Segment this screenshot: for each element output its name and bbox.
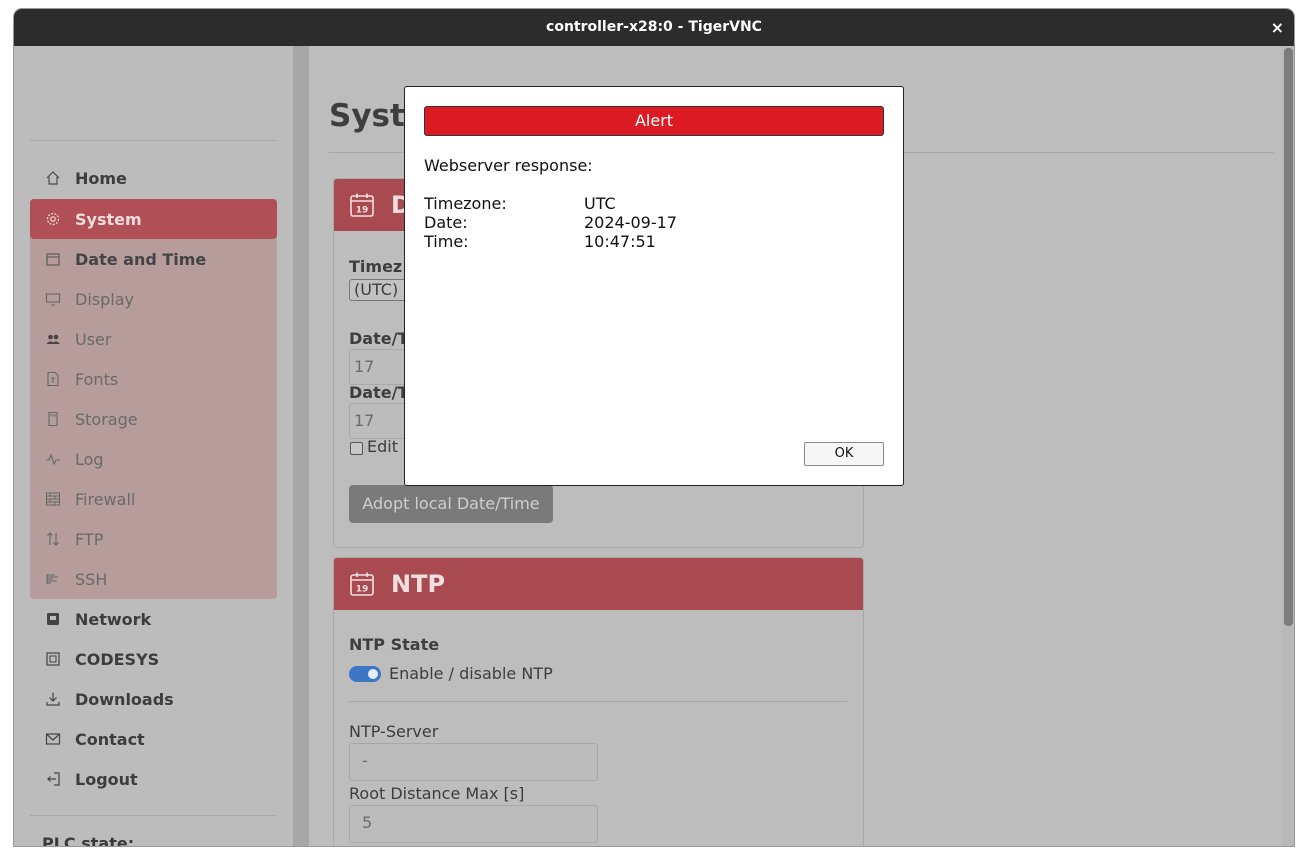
- calendar-day: 19: [356, 585, 369, 595]
- sidebar-divider-bottom: [30, 815, 277, 816]
- sidebar-item-label: User: [75, 329, 112, 349]
- sidebar-item-label: Network: [75, 609, 152, 629]
- ntp-divider: [349, 701, 847, 702]
- monitor-icon: [45, 291, 75, 307]
- page-scrollbar[interactable]: [1282, 46, 1294, 846]
- transfer-arrows-icon: [45, 531, 75, 547]
- sidebar-item-label: System: [75, 209, 142, 229]
- timezone-select[interactable]: (UTC): [349, 279, 409, 301]
- sidebar-item-codesys[interactable]: CODESYS: [30, 639, 277, 679]
- ok-button[interactable]: OK: [804, 442, 884, 466]
- sidebar-item-label: Log: [75, 449, 104, 469]
- calendar-day: 19: [356, 206, 369, 216]
- sidebar-item-ftp[interactable]: FTP: [30, 519, 277, 559]
- sidebar-item-label: Firewall: [75, 489, 136, 509]
- sidebar-item-date-and-time[interactable]: Date and Time: [30, 239, 277, 279]
- sidebar-item-display[interactable]: Display: [30, 279, 277, 319]
- ntp-toggle-label: Enable / disable NTP: [389, 664, 553, 683]
- response-value-time: 10:47:51: [584, 232, 656, 251]
- sidebar-item-label: SSH: [75, 569, 108, 589]
- font-file-icon: [45, 371, 75, 387]
- response-key-time: Time:: [424, 232, 469, 251]
- gear-icon: [45, 211, 75, 227]
- alert-message: Webserver response:: [424, 156, 593, 175]
- sidebar-item-label: Date and Time: [75, 249, 207, 269]
- edit-checkbox-label: Edit: [367, 437, 398, 456]
- date-day-input-2[interactable]: 17: [349, 403, 409, 439]
- sidebar: Home System Date and Time Display User F…: [14, 46, 293, 846]
- plc-state-label: PLC state:: [42, 834, 135, 846]
- sidebar-item-logout[interactable]: Logout: [30, 759, 277, 799]
- calendar-icon: [45, 251, 75, 267]
- response-value-date: 2024-09-17: [584, 213, 677, 232]
- sidebar-item-downloads[interactable]: Downloads: [30, 679, 277, 719]
- root-distance-label: Root Distance Max [s]: [349, 784, 525, 803]
- sidebar-item-label: Logout: [75, 769, 138, 789]
- close-icon[interactable]: ×: [1271, 9, 1284, 46]
- response-value-timezone: UTC: [584, 194, 616, 213]
- sidebar-item-label: Downloads: [75, 689, 174, 709]
- chip-icon: [45, 651, 75, 667]
- sidebar-item-label: Home: [75, 168, 127, 188]
- alert-dialog: Alert Webserver response: Timezone: UTC …: [404, 86, 904, 486]
- ntp-server-label: NTP-Server: [349, 722, 439, 741]
- root-distance-input[interactable]: 5: [349, 805, 598, 843]
- ntp-card-header: 19 NTP: [334, 558, 863, 610]
- calendar-icon: 19: [349, 192, 375, 218]
- sidebar-item-label: Display: [75, 289, 134, 309]
- ntp-state-label: NTP State: [349, 635, 440, 654]
- sidebar-item-log[interactable]: Log: [30, 439, 277, 479]
- date-time-label-1: Date/T: [349, 329, 409, 348]
- ntp-card-title: NTP: [391, 570, 446, 598]
- pulse-icon: [45, 451, 75, 467]
- terminal-icon: [45, 571, 75, 587]
- calendar-icon: 19: [349, 571, 375, 597]
- network-icon: [45, 611, 75, 627]
- sidebar-item-label: Contact: [75, 729, 145, 749]
- sidebar-item-firewall[interactable]: Firewall: [30, 479, 277, 519]
- alert-title: Alert: [424, 106, 884, 136]
- envelope-icon: [45, 731, 75, 747]
- download-icon: [45, 691, 75, 707]
- scrollbar-thumb[interactable]: [1284, 48, 1293, 626]
- sidebar-item-system[interactable]: System: [30, 199, 277, 239]
- sidebar-item-label: FTP: [75, 529, 104, 549]
- sidebar-item-label: CODESYS: [75, 649, 160, 669]
- ntp-server-input[interactable]: -: [349, 743, 598, 781]
- sidebar-item-label: Fonts: [75, 369, 119, 389]
- logout-icon: [45, 771, 75, 787]
- ntp-card: 19 NTP NTP State Enable / disable NTP NT…: [333, 557, 864, 846]
- sidebar-item-fonts[interactable]: Fonts: [30, 359, 277, 399]
- sidebar-divider-top: [30, 140, 277, 141]
- sidebar-item-network[interactable]: Network: [30, 599, 277, 639]
- ntp-toggle[interactable]: [349, 666, 381, 682]
- window-titlebar: controller-x28:0 - TigerVNC ×: [14, 9, 1294, 46]
- sidebar-item-label: Storage: [75, 409, 138, 429]
- timezone-label: Timez: [349, 257, 403, 276]
- window-title: controller-x28:0 - TigerVNC: [546, 19, 762, 35]
- sidebar-item-contact[interactable]: Contact: [30, 719, 277, 759]
- sidebar-item-user[interactable]: User: [30, 319, 277, 359]
- response-key-date: Date:: [424, 213, 468, 232]
- sidebar-item-storage[interactable]: Storage: [30, 399, 277, 439]
- sidebar-splitter: [293, 46, 309, 846]
- response-key-timezone: Timezone:: [424, 194, 507, 213]
- date-time-label-2: Date/T: [349, 383, 409, 402]
- adopt-local-datetime-button[interactable]: Adopt local Date/Time: [349, 485, 553, 523]
- edit-checkbox[interactable]: [350, 442, 363, 455]
- sidebar-item-home[interactable]: Home: [30, 158, 277, 198]
- sidebar-item-ssh[interactable]: SSH: [30, 559, 277, 599]
- brick-wall-icon: [45, 491, 75, 507]
- home-icon: [45, 170, 75, 186]
- sd-card-icon: [45, 411, 75, 427]
- users-icon: [45, 331, 75, 347]
- date-day-input-1[interactable]: 17: [349, 349, 409, 385]
